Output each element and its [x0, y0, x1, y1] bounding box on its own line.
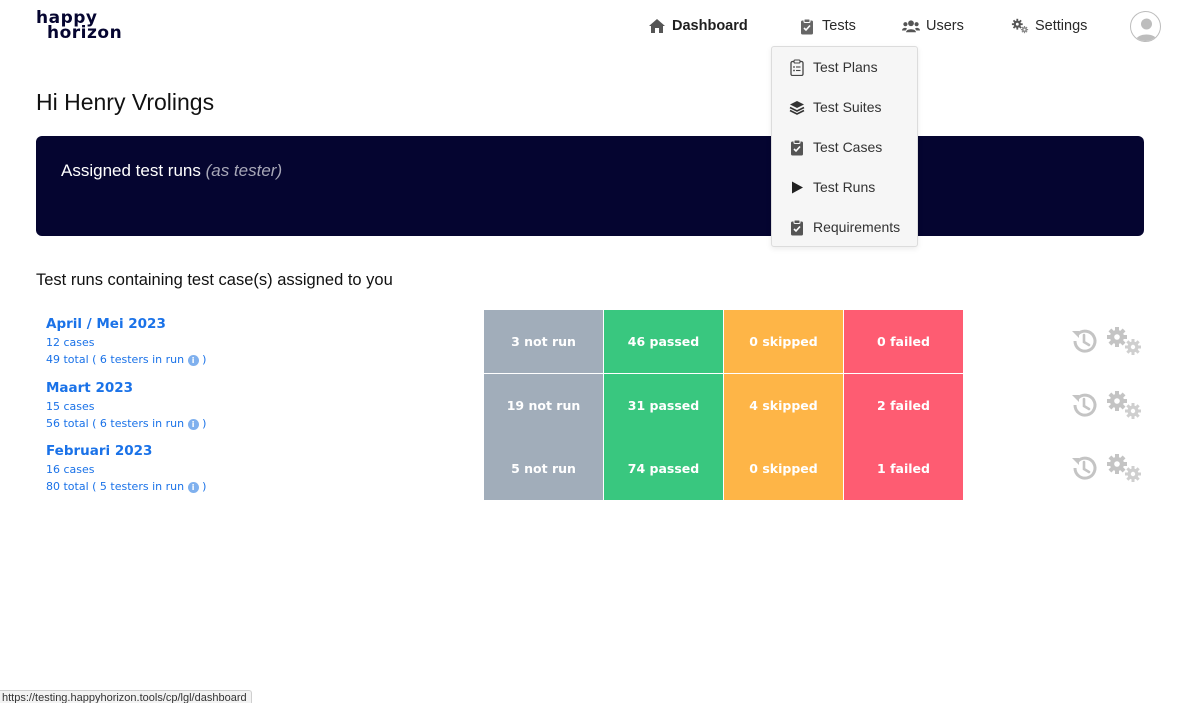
nav-settings-label: Settings: [1035, 18, 1088, 34]
failed-cell[interactable]: 0 failed: [844, 310, 963, 373]
test-run-item: Maart 2023 15 cases 56 total ( 6 testers…: [46, 380, 206, 444]
test-run-total-text: 80 total ( 5 testers in run: [46, 480, 185, 493]
browser-status-url: https://testing.happyhorizon.tools/cp/lg…: [0, 690, 252, 703]
nav-dashboard[interactable]: Dashboard: [648, 14, 748, 38]
assigned-runs-banner: Assigned test runs (as tester): [36, 136, 1144, 236]
passed-cell[interactable]: 46 passed: [604, 310, 723, 373]
menu-item-label: Test Cases: [813, 139, 883, 155]
test-run-total-suffix: ): [202, 480, 207, 493]
passed-cell[interactable]: 31 passed: [604, 374, 723, 437]
menu-item-requirements[interactable]: Requirements: [772, 207, 917, 247]
test-run-link[interactable]: Februari 2023: [46, 443, 206, 459]
passed-cell[interactable]: 74 passed: [604, 437, 723, 500]
user-avatar[interactable]: [1130, 11, 1161, 42]
not-run-cell[interactable]: 19 not run: [484, 374, 603, 437]
clipboard-check-icon: [789, 219, 805, 236]
clipboard-list-icon: [789, 58, 805, 76]
menu-item-test-cases[interactable]: Test Cases: [772, 127, 917, 167]
test-run-total-suffix: ): [202, 353, 207, 366]
users-icon: [902, 17, 920, 35]
failed-cell[interactable]: 2 failed: [844, 374, 963, 437]
banner-title: Assigned test runs (as tester): [61, 161, 282, 181]
nav-dashboard-label: Dashboard: [672, 18, 748, 34]
banner-subtitle: (as tester): [205, 161, 283, 180]
menu-item-label: Test Runs: [813, 179, 876, 195]
test-run-cases: 15 cases: [46, 400, 95, 413]
failed-cell[interactable]: 1 failed: [844, 437, 963, 500]
test-run-item: April / Mei 2023 12 cases 49 total ( 6 t…: [46, 316, 206, 380]
test-run-cases: 12 cases: [46, 336, 95, 349]
menu-item-test-suites[interactable]: Test Suites: [772, 87, 917, 127]
not-run-cell[interactable]: 3 not run: [484, 310, 603, 373]
clipboard-icon: [798, 17, 816, 35]
test-run-total-suffix: ): [202, 417, 207, 430]
info-icon[interactable]: i: [187, 482, 199, 493]
run-settings-icon[interactable]: [1105, 325, 1145, 359]
nav-users[interactable]: Users: [902, 14, 964, 38]
run-settings-icon[interactable]: [1105, 389, 1145, 423]
skipped-cell[interactable]: 0 skipped: [724, 437, 843, 500]
play-icon: [789, 179, 805, 196]
logo-line-2: horizon: [47, 23, 123, 43]
menu-item-label: Test Suites: [813, 99, 882, 115]
nav-tests-label: Tests: [822, 18, 856, 34]
test-run-cases: 16 cases: [46, 463, 95, 476]
test-run-link[interactable]: April / Mei 2023: [46, 316, 206, 332]
nav-settings[interactable]: Settings: [1011, 14, 1087, 38]
happy-horizon-logo[interactable]: happy horizon: [36, 10, 126, 44]
info-icon[interactable]: i: [187, 419, 199, 430]
test-run-total: 80 total ( 5 testers in run i ): [46, 480, 206, 493]
gears-icon: [1011, 17, 1029, 35]
test-run-total: 56 total ( 6 testers in run i ): [46, 417, 206, 430]
tests-dropdown-menu: Test Plans Test Suites Test Cases Test R…: [771, 46, 918, 247]
page-greeting: Hi Henry Vrolings: [36, 89, 215, 115]
layers-icon: [789, 99, 805, 116]
section-title: Test runs containing test case(s) assign…: [36, 271, 393, 289]
menu-item-test-plans[interactable]: Test Plans: [772, 47, 917, 87]
history-icon[interactable]: [1068, 325, 1100, 357]
menu-item-test-runs[interactable]: Test Runs: [772, 167, 917, 207]
home-icon: [648, 17, 666, 35]
test-run-link[interactable]: Maart 2023: [46, 380, 206, 396]
clipboard-check-icon: [789, 139, 805, 156]
test-run-total-text: 49 total ( 6 testers in run: [46, 353, 185, 366]
test-run-total-text: 56 total ( 6 testers in run: [46, 417, 185, 430]
skipped-cell[interactable]: 0 skipped: [724, 310, 843, 373]
run-settings-icon[interactable]: [1105, 452, 1145, 486]
history-icon[interactable]: [1068, 389, 1100, 421]
nav-users-label: Users: [926, 18, 964, 34]
menu-item-label: Requirements: [813, 219, 901, 235]
menu-item-label: Test Plans: [813, 59, 878, 75]
test-run-total: 49 total ( 6 testers in run i ): [46, 353, 206, 366]
nav-tests[interactable]: Tests: [798, 14, 856, 38]
banner-title-text: Assigned test runs: [61, 161, 201, 180]
not-run-cell[interactable]: 5 not run: [484, 437, 603, 500]
test-run-item: Februari 2023 16 cases 80 total ( 5 test…: [46, 443, 206, 507]
skipped-cell[interactable]: 4 skipped: [724, 374, 843, 437]
info-icon[interactable]: i: [187, 355, 199, 366]
history-icon[interactable]: [1068, 452, 1100, 484]
